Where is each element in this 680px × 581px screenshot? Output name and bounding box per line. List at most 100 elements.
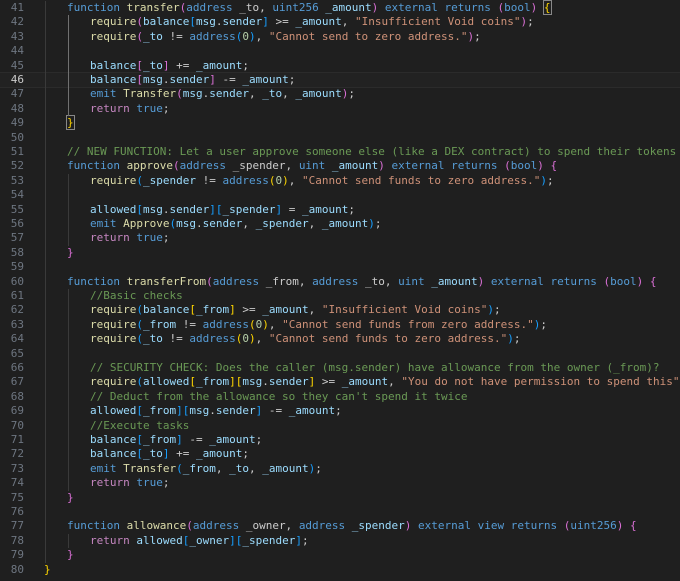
code-token: function	[67, 1, 120, 14]
code-token: _to	[142, 58, 163, 72]
code-token: ,	[268, 317, 283, 331]
code-line[interactable]: 70 //Execute tasks	[0, 419, 680, 433]
code-line[interactable]: 74 return true;	[0, 476, 680, 490]
code-line[interactable]: 69 allowed[_from][msg.sender] -= _amount;	[0, 404, 680, 418]
code-line[interactable]: 65	[0, 347, 680, 361]
code-line[interactable]: 53 require(_spender != address(0), "Canno…	[0, 174, 680, 188]
code-line[interactable]: 66 // SECURITY CHECK: Does the caller (ms…	[0, 361, 680, 375]
code-token: ]	[229, 375, 236, 389]
code-line[interactable]: 50	[0, 131, 680, 145]
code-token: (	[136, 173, 143, 187]
indent-guide	[45, 1, 46, 563]
code-text: require(_to != address(0), "Cannot send …	[90, 332, 521, 346]
code-line[interactable]: 56 emit Approve(msg.sender, _spender, _am…	[0, 217, 680, 231]
code-text: }	[44, 563, 51, 577]
code-token: _amount	[301, 202, 349, 216]
line-number: 54	[10, 188, 24, 202]
code-text: require(balance[msg.sender] >= _amount, …	[90, 15, 534, 29]
code-text: function transferFrom(address _from, add…	[67, 275, 657, 289]
code-line[interactable]: 77 function allowance(address _owner, add…	[0, 519, 680, 533]
code-token: )	[537, 159, 544, 173]
code-token: !=	[162, 29, 190, 43]
code-token: _amount	[325, 159, 379, 173]
line-number: 59	[10, 260, 24, 274]
line-number: 61	[10, 289, 24, 302]
code-line[interactable]: 80}	[0, 563, 680, 577]
code-line[interactable]: 75}	[0, 491, 680, 505]
code-line[interactable]: 43 require(_to != address(0), "Cannot sen…	[0, 30, 680, 44]
code-line[interactable]: 62 require(balance[_from] >= _amount, "In…	[0, 303, 680, 317]
code-line[interactable]: 51 // NEW FUNCTION: Let a user approve so…	[0, 145, 680, 159]
code-token: sender	[169, 73, 210, 86]
code-line[interactable]: 76	[0, 505, 680, 519]
code-line[interactable]: 64 require(_to != address(0), "Cannot sen…	[0, 332, 680, 346]
code-line[interactable]: 46 balance[msg.sender] -= _amount;	[0, 71, 680, 89]
code-token: (	[186, 519, 193, 533]
line-number: 75	[10, 490, 24, 504]
code-token: _from	[182, 461, 216, 475]
code-line[interactable]: 49}	[0, 115, 680, 131]
code-token: ;	[335, 404, 342, 418]
code-line[interactable]: 52 function approve(address _spender, uin…	[0, 159, 680, 173]
code-token: //Execute tasks	[90, 418, 190, 432]
code-line[interactable]: 58}	[0, 246, 680, 260]
code-token: [	[189, 375, 196, 389]
code-line[interactable]: 54	[0, 188, 680, 202]
indent-guide	[68, 173, 69, 246]
code-line[interactable]: 44	[0, 44, 680, 58]
code-token: msg	[142, 202, 163, 216]
code-token: allowed	[90, 404, 137, 418]
code-token: )	[248, 332, 256, 346]
code-token: emit	[90, 87, 117, 101]
line-number: 70	[10, 418, 24, 432]
code-line[interactable]: 78 return allowed[_owner][_spender];	[0, 534, 680, 548]
code-token: transferFrom	[126, 274, 207, 288]
code-token: )	[507, 332, 514, 346]
code-line[interactable]: 59	[0, 260, 680, 274]
code-line[interactable]: 57 return true;	[0, 231, 680, 245]
code-text: emit Transfer(_from, _to, _amount);	[90, 462, 322, 476]
code-line[interactable]: 47 emit Transfer(msg.sender, _to, _amount…	[0, 87, 680, 101]
code-line[interactable]: 60 function transferFrom(address _from, a…	[0, 275, 680, 289]
code-token: !=	[162, 332, 190, 346]
code-token: ,	[255, 332, 269, 346]
code-line[interactable]: 55 allowed[msg.sender][_spender] = _amoun…	[0, 203, 680, 217]
code-token: [	[136, 404, 143, 418]
line-number: 51	[10, 145, 24, 158]
code-token: return	[90, 533, 130, 547]
code-line[interactable]: 63 require(_from != address(0), "Cannot s…	[0, 318, 680, 332]
code-token: _to,	[358, 274, 399, 288]
code-line[interactable]: 67 require(allowed[_from][msg.sender] >= …	[0, 375, 680, 389]
code-token: {	[649, 274, 657, 288]
code-token: sender	[268, 375, 309, 389]
code-token: return	[90, 101, 130, 115]
code-token: .	[209, 404, 216, 418]
code-line[interactable]: 71 balance[_from] -= _amount;	[0, 433, 680, 447]
code-token: address	[212, 274, 260, 288]
code-token: [	[189, 303, 196, 317]
line-number: 77	[10, 519, 24, 533]
code-token: require	[90, 375, 137, 389]
line-number: 53	[10, 173, 24, 187]
code-line[interactable]: 41 function transfer(address _to, uint256…	[0, 0, 680, 15]
code-line[interactable]: 68 // Deduct from the allowance so they c…	[0, 390, 680, 404]
code-token: ;	[527, 15, 534, 29]
code-line[interactable]: 73 emit Transfer(_from, _to, _amount);	[0, 462, 680, 476]
code-line[interactable]: 45 balance[_to] += _amount;	[0, 59, 680, 73]
code-token: allowed	[136, 533, 183, 547]
code-token: view	[477, 519, 505, 533]
code-line[interactable]: 42 require(balance[msg.sender] >= _amount…	[0, 15, 680, 29]
code-line[interactable]: 79}	[0, 548, 680, 562]
code-line[interactable]: 61 //Basic checks	[0, 289, 680, 303]
code-editor[interactable]: 41 function transfer(address _to, uint256…	[0, 0, 680, 581]
code-token: require	[90, 332, 137, 346]
code-line[interactable]: 48 return true;	[0, 102, 680, 116]
line-number: 46	[10, 73, 24, 86]
code-line[interactable]: 72 balance[_to] += _amount;	[0, 447, 680, 461]
line-number: 80	[10, 562, 24, 576]
code-token: returns	[451, 159, 498, 173]
code-token: balance	[90, 433, 137, 446]
line-number: 78	[10, 533, 24, 547]
